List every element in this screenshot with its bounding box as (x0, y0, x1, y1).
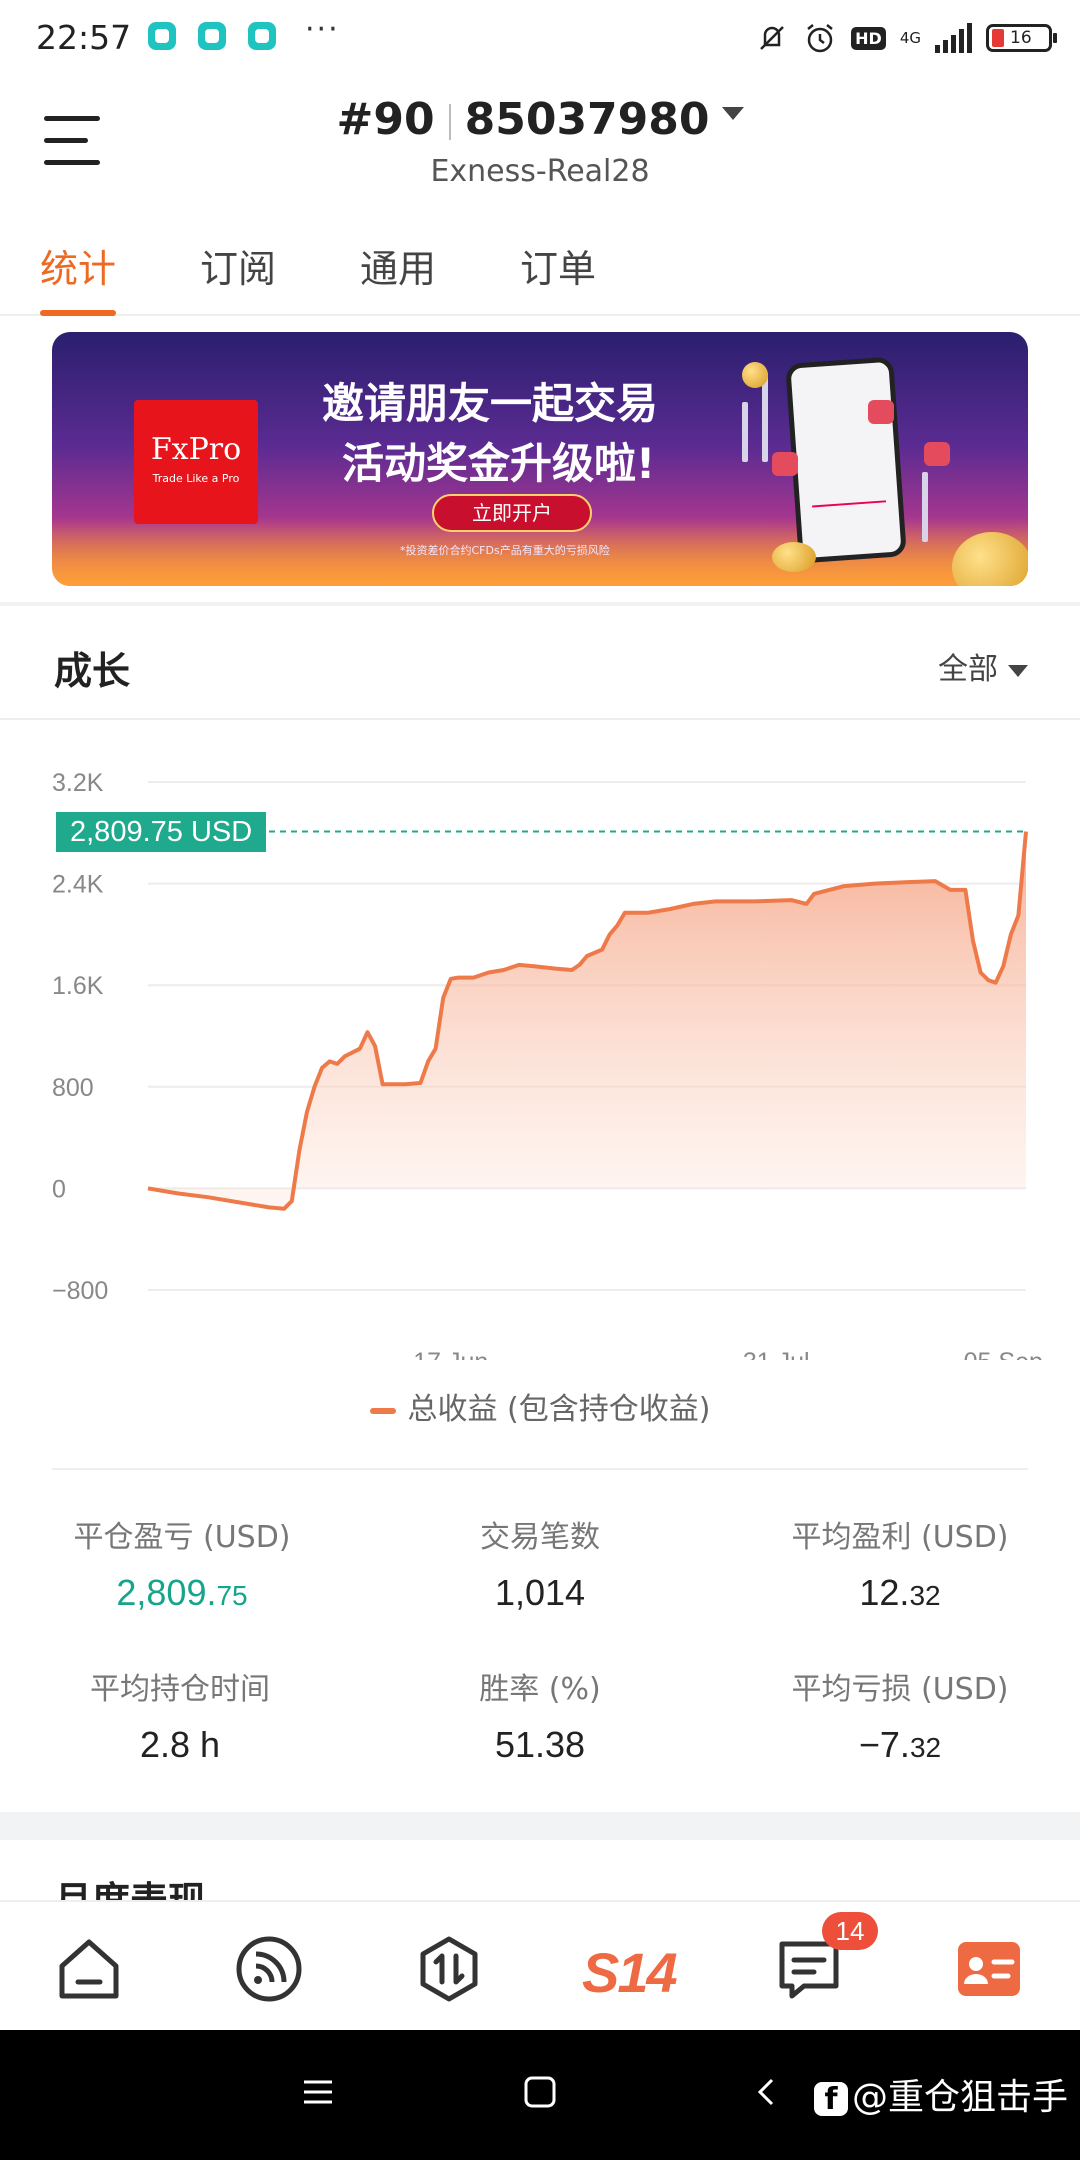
stat-avg-loss: 平均亏损 (USD) −7.32 (720, 1664, 1080, 1766)
network-type: 4G (899, 29, 921, 47)
more-notifications-icon: ··· (305, 12, 340, 47)
dropdown-caret-icon (721, 106, 744, 120)
bottom-navigation (0, 1900, 1080, 2030)
y-tick-label: −800 (52, 1277, 108, 1305)
candlestick-decoration (762, 372, 768, 462)
messages-badge: 14 (822, 1912, 878, 1950)
tab-orders[interactable]: 订单 (520, 238, 596, 316)
period-filter[interactable]: 全部 (938, 644, 1028, 688)
dropdown-caret-icon (1008, 664, 1028, 677)
server-name: Exness-Real28 (430, 154, 650, 189)
battery-level: 16 (1010, 28, 1032, 48)
promo-banner[interactable]: FxPro Trade Like a Pro 邀请朋友一起交易 活动奖金升级啦!… (52, 332, 1028, 586)
facebook-icon: f (813, 2082, 848, 2117)
candlestick-decoration (742, 402, 748, 462)
stat-trade-count: 交易笔数 1,014 (360, 1512, 720, 1614)
section-divider (0, 1812, 1080, 1840)
app-header: #90 85037980 Exness-Real28 (0, 76, 1080, 206)
shield-app-icon (248, 22, 276, 50)
stat-avg-hold-time: 平均持仓时间 2.8 h (0, 1664, 360, 1766)
status-time: 22:57 (36, 18, 132, 57)
fxpro-logo: FxPro Trade Like a Pro (134, 400, 258, 524)
stat-value: 1,014 (494, 1572, 586, 1613)
battery-icon: 16 (986, 24, 1057, 52)
status-bar: 22:57 ··· HD 4G 16 (0, 0, 1080, 76)
alarm-icon (807, 24, 833, 53)
section-divider (0, 602, 1080, 606)
legend-label: 总收益 (包含持仓收益) (407, 1392, 711, 1427)
watermark: f @重仓狙击手 (813, 2068, 1068, 2120)
stat-label: 平均亏损 (USD) (791, 1672, 1009, 1707)
user-badge-icon (772, 452, 798, 476)
current-value-tag: 2,809.75 USD (56, 811, 267, 852)
trade-icon[interactable] (414, 1934, 484, 2004)
account-id: 85037980 (464, 94, 710, 145)
divider (52, 1468, 1028, 1470)
banner-subheadline: 活动奖金升级啦! (342, 439, 656, 488)
account-number: #90 (336, 94, 435, 145)
legend-swatch (369, 1407, 396, 1414)
phone-illustration (785, 356, 907, 564)
x-tick-label: 17 Jun (413, 1348, 488, 1360)
stat-value: −7.32 (858, 1724, 942, 1765)
y-tick-label: 1.6K (52, 972, 104, 1000)
divider (0, 718, 1080, 720)
user-badge-icon (924, 442, 950, 466)
s14-nav-item[interactable]: S14 (582, 1940, 678, 2005)
stat-label: 平均盈利 (USD) (791, 1520, 1009, 1555)
stat-avg-profit: 平均盈利 (USD) 12.32 (720, 1512, 1080, 1614)
hd-voice-icon: HD (851, 26, 886, 50)
stat-closed-pl: 平仓盈亏 (USD) 2,809.75 (2, 1512, 362, 1614)
tab-bar: 统计 订阅 通用 订单 (0, 226, 1080, 316)
shield-app-icon (148, 22, 176, 50)
back-icon[interactable] (752, 2074, 782, 2110)
y-tick-label: 800 (52, 1074, 94, 1102)
x-tick-label: 05 Sep (964, 1348, 1043, 1360)
y-tick-label: 3.2K (52, 769, 104, 797)
growth-title: 成长 (54, 649, 131, 693)
stat-label: 胜率 (%) (479, 1672, 601, 1707)
tab-general[interactable]: 通用 (360, 238, 436, 316)
stat-value: 51.38 (494, 1724, 586, 1765)
period-filter-label: 全部 (938, 652, 998, 687)
y-tick-label: 0 (52, 1175, 66, 1203)
stat-label: 平均持仓时间 (90, 1672, 270, 1707)
candlestick-decoration (922, 472, 928, 542)
banner-headline: 邀请朋友一起交易 (322, 379, 659, 428)
tab-subscribe[interactable]: 订阅 (200, 238, 276, 316)
open-account-button[interactable]: 立即开户 (432, 494, 592, 532)
muted-vibrate-icon (760, 26, 785, 50)
home-icon[interactable] (54, 1934, 124, 2004)
stat-value: 2.8 h (139, 1724, 221, 1765)
stat-win-rate: 胜率 (%) 51.38 (360, 1664, 720, 1766)
coin-icon (742, 362, 768, 388)
stat-label: 平仓盈亏 (USD) (73, 1520, 291, 1555)
stat-value: 2,809.75 (116, 1572, 248, 1613)
banner-disclaimer: *投资差价合约CFDs产品有重大的亏损风险 (400, 544, 610, 557)
stat-value: 12.32 (859, 1572, 941, 1613)
chart-legend[interactable]: 总收益 (包含持仓收益) (0, 1384, 1080, 1428)
user-badge-icon (868, 400, 894, 424)
recent-apps-icon[interactable] (300, 2074, 336, 2110)
account-selector[interactable]: #90 85037980 (0, 94, 1080, 145)
y-tick-label: 2.4K (52, 871, 104, 899)
profile-card-icon[interactable] (954, 1934, 1024, 2004)
x-tick-label: 31 Jul (743, 1348, 810, 1360)
home-button-icon[interactable] (522, 2074, 558, 2110)
feed-icon[interactable] (234, 1934, 304, 2004)
shield-app-icon (198, 22, 226, 50)
signal-icon (935, 23, 972, 53)
tab-statistics[interactable]: 统计 (40, 238, 117, 316)
coin-icon (772, 542, 816, 572)
stat-label: 交易笔数 (480, 1520, 600, 1555)
series-area (148, 831, 1026, 1209)
